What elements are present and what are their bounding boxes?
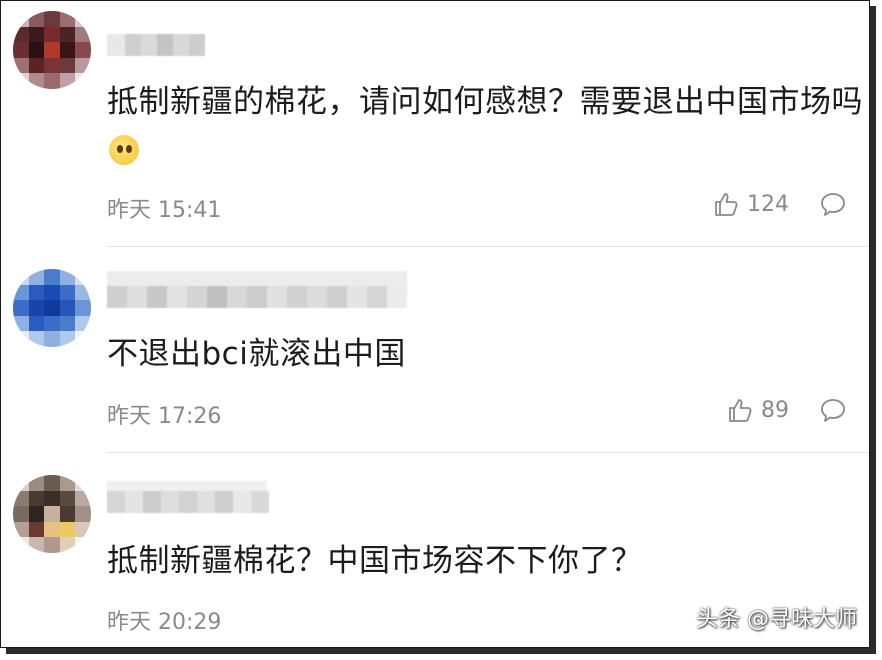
thumbs-up-icon [729,399,752,422]
comment-timestamp: 昨天 20:29 [107,610,222,635]
like-button[interactable]: 89 [727,397,789,423]
avatar[interactable] [13,269,91,347]
divider [107,246,869,247]
username-blurred [107,34,205,56]
avatar[interactable] [13,11,91,89]
watermark: 头条 @寻味大师 [696,607,857,632]
username-blurred [107,491,269,513]
screenshot-frame: 抵制新疆的棉花，请问如何感想？需要退出中国市场吗 昨天 15:41 124 不退… [0,0,870,648]
comment-timestamp: 昨天 15:41 [107,198,222,223]
like-count: 124 [747,191,789,217]
reply-bubble-icon[interactable] [819,396,847,424]
comment-text: 抵制新疆棉花？中国市场容不下你了？ [107,543,643,579]
thinking-face-icon [109,135,139,165]
comment-text: 抵制新疆的棉花，请问如何感想？需要退出中国市场吗 [107,77,867,177]
avatar[interactable] [13,475,91,553]
like-count: 89 [761,397,789,423]
thumbs-up-icon [715,193,738,216]
username-blurred [107,286,407,308]
like-button[interactable]: 124 [713,191,789,217]
comment-timestamp: 昨天 17:26 [107,404,222,429]
comment-text: 不退出bci就滚出中国 [107,336,406,372]
reply-bubble-icon[interactable] [819,190,847,218]
divider [107,452,869,453]
